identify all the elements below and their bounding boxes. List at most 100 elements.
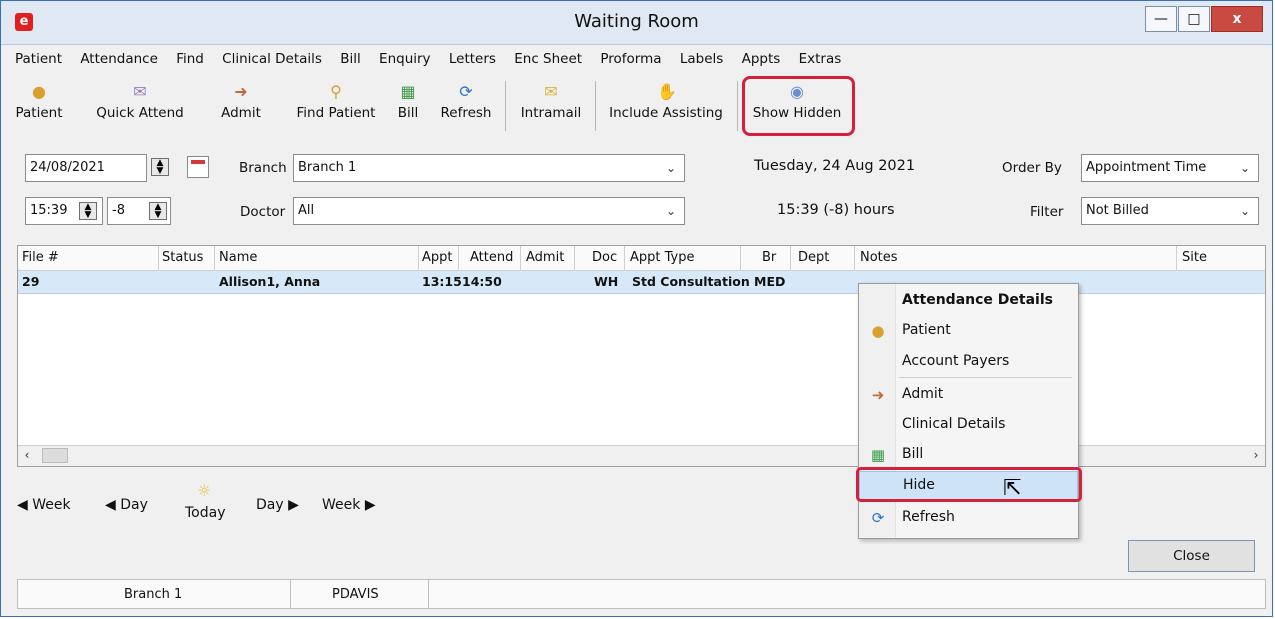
context-menu-clinical-details-label: Clinical Details xyxy=(902,416,1006,432)
toolbar-patient-button[interactable]: ● Patient xyxy=(9,77,69,137)
patient-icon: ● xyxy=(32,82,46,101)
close-window-button[interactable]: x xyxy=(1211,6,1263,32)
toolbar-find-patient-label: Find Patient xyxy=(296,105,376,121)
menu-bill[interactable]: Bill xyxy=(340,51,361,67)
col-br[interactable]: Br xyxy=(762,250,776,265)
context-menu-header: Attendance Details xyxy=(859,286,1078,316)
col-file[interactable]: File # xyxy=(22,250,59,265)
envelope-icon: ✉ xyxy=(133,82,147,101)
cell-appt: 13:15 xyxy=(422,274,462,289)
menu-find[interactable]: Find xyxy=(176,51,204,67)
menu-extras[interactable]: Extras xyxy=(799,51,842,67)
minimize-button[interactable]: — xyxy=(1145,6,1177,32)
doctor-select-value: All xyxy=(298,203,315,218)
toolbar-include-assisting-label: Include Assisting xyxy=(609,105,723,121)
scroll-right-icon[interactable]: › xyxy=(1247,446,1265,465)
toolbar-quick-attend-button[interactable]: ✉ Quick Attend xyxy=(75,77,205,137)
context-menu-bill-label: Bill xyxy=(902,446,924,462)
status-separator xyxy=(428,580,429,608)
column-separator xyxy=(624,246,625,270)
col-notes[interactable]: Notes xyxy=(860,250,898,265)
context-menu-divider xyxy=(899,377,1072,378)
menu-enc-sheet[interactable]: Enc Sheet xyxy=(514,51,582,67)
doctor-label: Doctor xyxy=(240,204,286,220)
triangle-right-icon: ▶ xyxy=(364,497,376,513)
date-spinner[interactable]: ▲ ▼ xyxy=(151,158,169,176)
cell-name: Allison1, Anna xyxy=(219,274,321,289)
status-separator xyxy=(290,580,291,608)
menu-letters[interactable]: Letters xyxy=(449,51,496,67)
triangle-left-icon: ◀ xyxy=(105,497,116,513)
scroll-left-icon[interactable]: ‹ xyxy=(18,446,36,465)
toolbar-patient-label: Patient xyxy=(15,105,63,121)
time-text: 15:39 (-8) hours xyxy=(777,202,895,218)
column-separator xyxy=(1176,246,1177,270)
context-menu-refresh[interactable]: ⟳ Refresh xyxy=(859,503,1078,533)
context-menu-admit-label: Admit xyxy=(902,386,944,402)
col-appt[interactable]: Appt xyxy=(422,250,453,265)
column-separator xyxy=(740,246,741,270)
toolbar-include-assisting-button[interactable]: ✋ Include Assisting xyxy=(603,77,729,137)
chevron-down-icon: ⌄ xyxy=(665,161,676,175)
date-field[interactable]: 24/08/2021 xyxy=(25,154,147,182)
today-label: Today xyxy=(185,505,226,521)
status-bar: Branch 1 PDAVIS xyxy=(17,579,1266,609)
col-name[interactable]: Name xyxy=(219,250,257,265)
week-forward-button[interactable]: Week ▶ xyxy=(322,497,376,513)
context-menu-patient[interactable]: ● Patient xyxy=(859,316,1078,346)
context-menu-bill[interactable]: ▦ Bill xyxy=(859,440,1078,470)
context-menu-clinical-details[interactable]: Clinical Details xyxy=(859,410,1078,440)
toolbar-find-patient-button[interactable]: ⚲ Find Patient xyxy=(281,77,391,137)
toolbar-intramail-button[interactable]: ✉ Intramail xyxy=(513,77,589,137)
menu-attendance[interactable]: Attendance xyxy=(80,51,158,67)
col-attend[interactable]: Attend xyxy=(470,250,513,265)
waiting-room-window: e Waiting Room — □ x Patient Attendance … xyxy=(0,0,1273,617)
maximize-button[interactable]: □ xyxy=(1178,6,1210,32)
show-hidden-highlight xyxy=(742,76,855,136)
day-forward-button[interactable]: Day ▶ xyxy=(256,497,299,513)
toolbar-admit-button[interactable]: ➜ Admit xyxy=(209,77,273,137)
time-spinner[interactable]: ▲ ▼ xyxy=(79,202,97,220)
col-dept[interactable]: Dept xyxy=(798,250,829,265)
context-menu-admit[interactable]: ➜ Admit xyxy=(859,380,1078,410)
day-back-button[interactable]: ◀ Day xyxy=(105,497,148,513)
hide-highlight xyxy=(856,467,1082,502)
col-admit[interactable]: Admit xyxy=(526,250,564,265)
menu-patient[interactable]: Patient xyxy=(15,51,62,67)
order-by-select[interactable]: Appointment Time ⌄ xyxy=(1081,154,1259,182)
col-appt-type[interactable]: Appt Type xyxy=(630,250,695,265)
week-back-button[interactable]: ◀ Week xyxy=(17,497,71,513)
order-by-label: Order By xyxy=(1002,160,1062,176)
toolbar-separator xyxy=(595,81,596,131)
refresh-icon: ⟳ xyxy=(871,509,885,527)
grid-header: File # Status Name Appt Attend Admit Doc… xyxy=(18,246,1265,271)
toolbar-bill-button[interactable]: ▦ Bill xyxy=(391,77,425,137)
context-menu-refresh-label: Refresh xyxy=(902,509,955,525)
branch-select[interactable]: Branch 1 ⌄ xyxy=(293,154,685,182)
order-by-select-value: Appointment Time xyxy=(1086,160,1207,175)
calendar-icon[interactable] xyxy=(187,156,209,178)
menu-clinical-details[interactable]: Clinical Details xyxy=(222,51,322,67)
cell-appt-type: Std Consultation xyxy=(632,274,750,289)
toolbar-refresh-button[interactable]: ⟳ Refresh xyxy=(435,77,497,137)
column-separator xyxy=(790,246,791,270)
toolbar-intramail-label: Intramail xyxy=(520,105,582,121)
context-menu-account-payers[interactable]: Account Payers xyxy=(859,347,1078,377)
menu-enquiry[interactable]: Enquiry xyxy=(379,51,431,67)
close-button[interactable]: Close xyxy=(1128,540,1255,572)
day-back-label: Day xyxy=(120,497,148,513)
col-status[interactable]: Status xyxy=(162,250,203,265)
offset-spinner[interactable]: ▲ ▼ xyxy=(149,202,167,220)
menu-bar: Patient Attendance Find Clinical Details… xyxy=(15,51,855,71)
menu-appts[interactable]: Appts xyxy=(742,51,781,67)
door-enter-icon: ➜ xyxy=(871,386,885,404)
col-doc[interactable]: Doc xyxy=(592,250,617,265)
doctor-select[interactable]: All ⌄ xyxy=(293,197,685,225)
filter-select[interactable]: Not Billed ⌄ xyxy=(1081,197,1259,225)
refresh-icon: ⟳ xyxy=(459,82,473,101)
menu-labels[interactable]: Labels xyxy=(680,51,723,67)
scroll-thumb[interactable] xyxy=(42,448,68,463)
column-separator xyxy=(574,246,575,270)
col-site[interactable]: Site xyxy=(1182,250,1207,265)
menu-proforma[interactable]: Proforma xyxy=(600,51,661,67)
